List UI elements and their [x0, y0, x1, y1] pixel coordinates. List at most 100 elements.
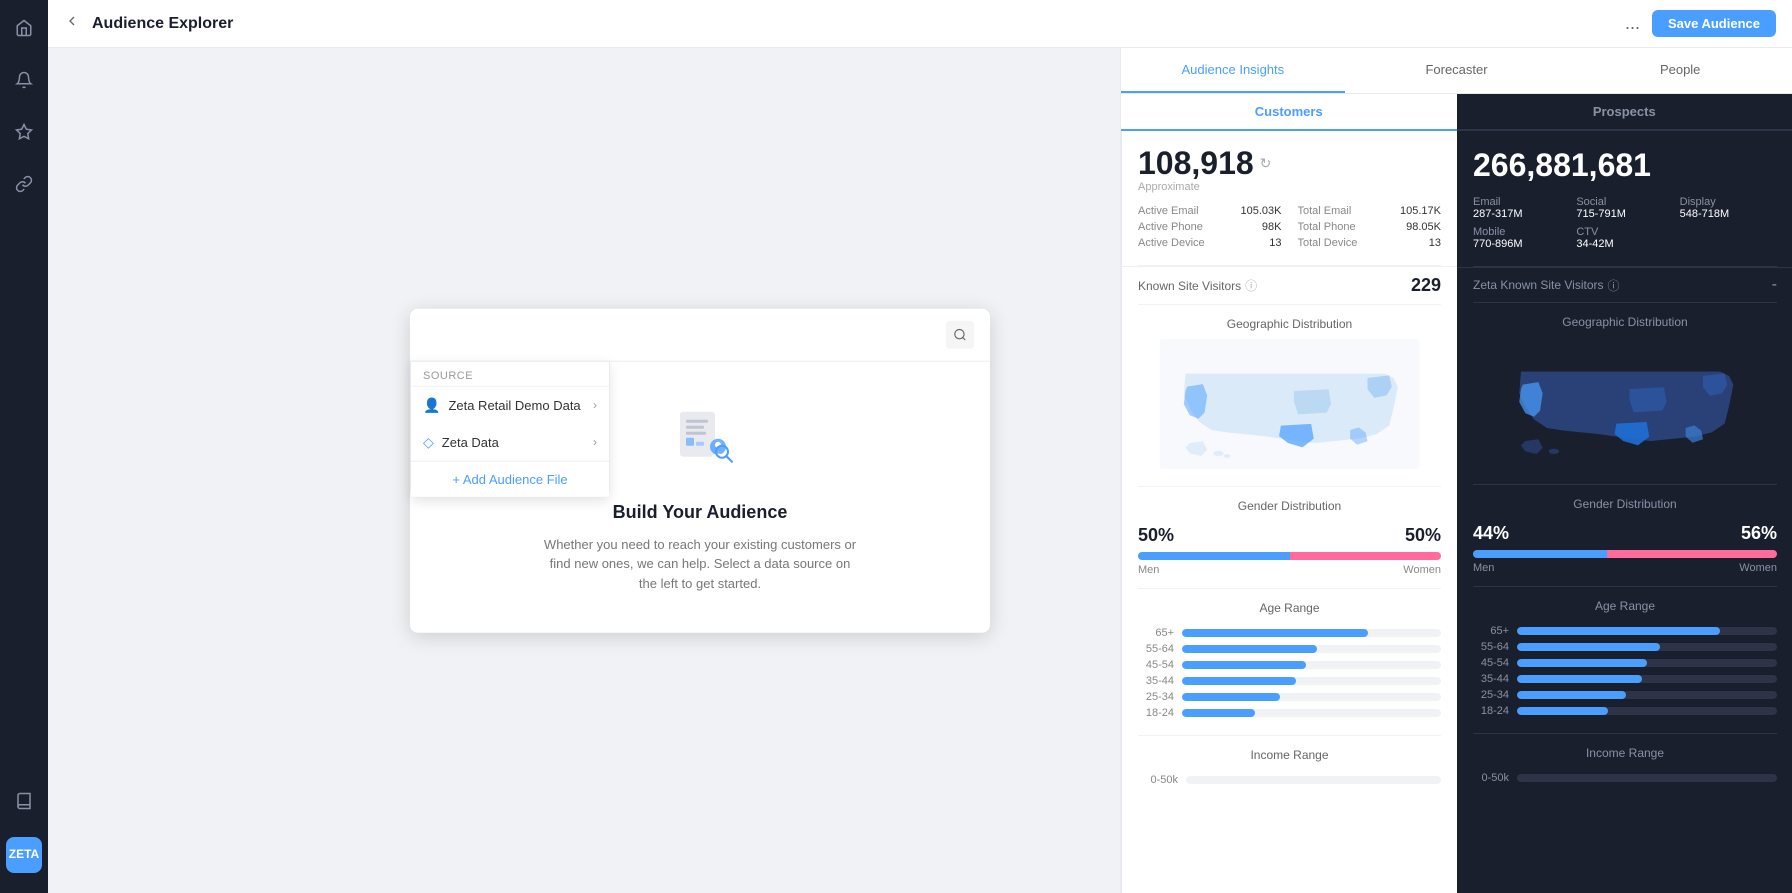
- prospects-panel: 266,881,681 Email 287-317M Social 715-79…: [1457, 131, 1792, 893]
- build-illustration: [660, 401, 740, 481]
- prospects-age-row-35-44: 35-44: [1473, 673, 1777, 685]
- add-audience-file-button[interactable]: + Add Audience File: [411, 460, 609, 496]
- customers-income-block: 0-50k: [1122, 766, 1457, 802]
- prospects-rows: Email 287-317M Social 715-791M Display 5…: [1473, 196, 1777, 250]
- more-options-button[interactable]: ...: [1625, 13, 1640, 34]
- workspace-inner: Source 👤 Zeta Retail Demo Data › ◇ Zeta …: [48, 48, 1120, 893]
- page-title: Audience Explorer: [92, 15, 1613, 33]
- panel-tabs-row: Customers Prospects: [1120, 94, 1792, 131]
- stat-row-total-email: Total Email 105.17K: [1298, 205, 1442, 217]
- women-label: Women: [1403, 564, 1441, 576]
- zeta-logo: ZETA: [6, 837, 42, 873]
- men-label: Men: [1138, 564, 1159, 576]
- customers-age-block: 65+ 55-64 45-54 35-44: [1122, 619, 1457, 735]
- content-area: Source 👤 Zeta Retail Demo Data › ◇ Zeta …: [48, 48, 1792, 893]
- build-audience-subtitle: Whether you need to reach your existing …: [540, 534, 860, 593]
- prospects-income-block: 0-50k: [1457, 764, 1792, 800]
- gender-men-bar: [1138, 552, 1290, 560]
- tab-people[interactable]: People: [1568, 48, 1792, 93]
- panels-content: 108,918 ↻ Approximate Active Email 105.0…: [1120, 131, 1792, 893]
- prospects-map: [1457, 333, 1792, 484]
- prospects-gender-block: 44% 56% Men Women: [1457, 515, 1792, 586]
- zeta-label: Zeta Data: [442, 434, 585, 449]
- workspace: Source 👤 Zeta Retail Demo Data › ◇ Zeta …: [48, 48, 1120, 893]
- customers-number: 108,918: [1138, 147, 1254, 179]
- tab-customers[interactable]: Customers: [1121, 94, 1457, 131]
- sidebar-icon-sparkle[interactable]: [8, 116, 40, 148]
- info-icon-dark: ⓘ: [1608, 277, 1620, 294]
- prospects-income-row-0-50k: 0-50k: [1473, 772, 1777, 784]
- left-tabs: Audience Insights Forecaster People: [1121, 48, 1792, 93]
- customers-stats-rows: Active Email 105.03K Total Email 105.17K…: [1138, 205, 1441, 249]
- sidebar-icon-notifications[interactable]: [8, 64, 40, 96]
- info-icon: ⓘ: [1245, 277, 1257, 294]
- known-visitors-value: 229: [1411, 275, 1441, 296]
- age-row-18-24: 18-24: [1138, 707, 1441, 719]
- tab-prospects[interactable]: Prospects: [1457, 94, 1792, 131]
- prospects-gender-bar: [1473, 550, 1777, 558]
- prospect-mobile: Mobile 770-896M: [1473, 226, 1570, 250]
- save-audience-button[interactable]: Save Audience: [1652, 10, 1776, 37]
- prospect-email: Email 287-317M: [1473, 196, 1570, 220]
- prospects-age-row-55-64: 55-64: [1473, 641, 1777, 653]
- retail-label: Zeta Retail Demo Data: [448, 397, 585, 412]
- search-input[interactable]: [426, 326, 938, 342]
- customers-stat-block: 108,918 ↻ Approximate Active Email 105.0…: [1122, 131, 1457, 265]
- prospects-men-pct: 44%: [1473, 523, 1509, 544]
- prospects-women-pct: 56%: [1741, 523, 1777, 544]
- customers-gender-block: 50% 50% Men Women: [1122, 517, 1457, 588]
- prospects-age-row-18-24: 18-24: [1473, 705, 1777, 717]
- prospects-age-row-65plus: 65+: [1473, 625, 1777, 637]
- topbar-actions: ... Save Audience: [1625, 10, 1776, 37]
- stat-row-total-phone: Total Phone 98.05K: [1298, 221, 1442, 233]
- prospects-visitors-row: Zeta Known Site Visitors ⓘ -: [1457, 267, 1792, 302]
- prospects-stat-block: 266,881,681 Email 287-317M Social 715-79…: [1457, 131, 1792, 266]
- search-button[interactable]: [946, 320, 974, 348]
- prospects-age-row-45-54: 45-54: [1473, 657, 1777, 669]
- tab-audience-insights[interactable]: Audience Insights: [1121, 48, 1345, 93]
- source-dropdown: Source 👤 Zeta Retail Demo Data › ◇ Zeta …: [410, 360, 610, 497]
- build-audience-title: Build Your Audience: [613, 501, 788, 522]
- sidebar-icon-home[interactable]: [8, 12, 40, 44]
- top-tabs-row: Audience Insights Forecaster People: [1120, 48, 1792, 94]
- customers-panel: 108,918 ↻ Approximate Active Email 105.0…: [1121, 131, 1457, 893]
- zeta-arrow-icon: ›: [593, 435, 597, 449]
- stat-row-active-phone: Active Phone 98K: [1138, 221, 1282, 233]
- age-row-35-44: 35-44: [1138, 675, 1441, 687]
- age-row-45-54: 45-54: [1138, 659, 1441, 671]
- back-button[interactable]: [64, 13, 80, 34]
- prospect-display: Display 548-718M: [1680, 196, 1777, 220]
- prospects-income-label: Income Range: [1457, 734, 1792, 764]
- refresh-icon[interactable]: ↻: [1260, 155, 1272, 172]
- retail-icon: 👤: [423, 396, 440, 413]
- right-panels-wrapper: Audience Insights Forecaster People Cust…: [1120, 48, 1792, 893]
- gender-women-bar: [1290, 552, 1442, 560]
- customers-approx: Approximate: [1138, 181, 1441, 193]
- sidebar-icon-link[interactable]: [8, 168, 40, 200]
- gender-bar: [1138, 552, 1441, 560]
- prospects-age-block: 65+ 55-64 45-54 35-44: [1457, 617, 1792, 733]
- prospect-ctv: CTV 34-42M: [1576, 226, 1673, 250]
- known-visitors-label: Known Site Visitors ⓘ: [1138, 277, 1257, 294]
- retail-arrow-icon: ›: [593, 398, 597, 412]
- customers-age-label: Age Range: [1122, 589, 1457, 619]
- source-item-retail[interactable]: 👤 Zeta Retail Demo Data ›: [411, 386, 609, 423]
- age-row-65plus: 65+: [1138, 627, 1441, 639]
- tab-forecaster[interactable]: Forecaster: [1345, 48, 1569, 93]
- prospects-gender-women-bar: [1607, 550, 1777, 558]
- prospects-gender-labels: Men Women: [1473, 562, 1777, 574]
- source-item-zeta[interactable]: ◇ Zeta Data ›: [411, 423, 609, 460]
- customers-gender-label: Gender Distribution: [1122, 487, 1457, 517]
- main-container: Audience Explorer ... Save Audience: [48, 0, 1792, 893]
- prospects-geo-label: Geographic Distribution: [1457, 303, 1792, 333]
- source-panel: Source 👤 Zeta Retail Demo Data › ◇ Zeta …: [410, 308, 990, 633]
- sidebar-icon-book[interactable]: [8, 785, 40, 817]
- prospect-social: Social 715-791M: [1576, 196, 1673, 220]
- prospects-visitors-value: -: [1772, 276, 1777, 294]
- prospects-men-label: Men: [1473, 562, 1494, 574]
- customers-geo-label: Geographic Distribution: [1122, 305, 1457, 335]
- prospects-age-row-25-34: 25-34: [1473, 689, 1777, 701]
- prospects-visitors-label: Zeta Known Site Visitors ⓘ: [1473, 277, 1620, 294]
- stat-row-total-device: Total Device 13: [1298, 237, 1442, 249]
- known-visitors-row: Known Site Visitors ⓘ 229: [1122, 266, 1457, 304]
